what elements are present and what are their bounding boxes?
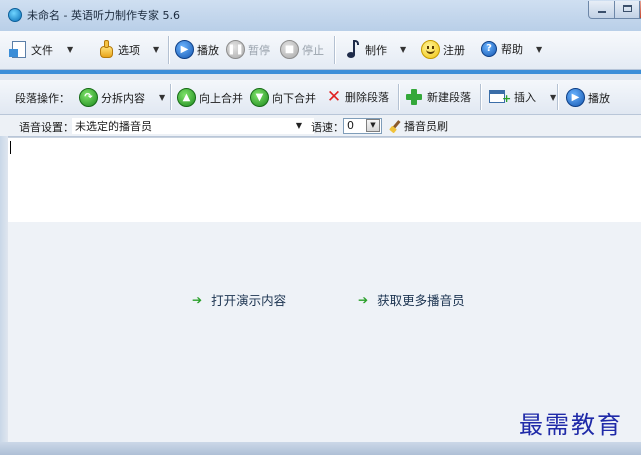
speed-value: 0	[347, 119, 354, 132]
arrow-right-icon: ➔	[358, 292, 369, 307]
window-title: 未命名 - 英语听力制作专家 5.6	[27, 9, 180, 22]
insert-table-icon: +	[489, 88, 511, 106]
arrow-up-icon: ▲	[177, 88, 196, 107]
options-menu-button[interactable]: 选项 ▼	[98, 40, 159, 59]
file-menu-label: 文件	[31, 43, 53, 57]
get-more-speakers-label: 获取更多播音员	[377, 293, 465, 308]
get-more-speakers-link[interactable]: ➔ 获取更多播音员	[358, 290, 465, 309]
chevron-down-icon: ▼	[400, 45, 407, 54]
text-caret	[10, 141, 11, 154]
play-icon: ▶	[566, 88, 585, 107]
window-left-border	[0, 136, 8, 442]
pause-label: 暂停	[248, 43, 270, 57]
maximize-button[interactable]	[614, 1, 640, 19]
delete-x-icon: ✕	[326, 87, 342, 107]
paragraph-ops-label: 段落操作：	[15, 92, 70, 105]
delete-paragraph-label: 删除段落	[345, 91, 389, 104]
redo-arrow-icon: ↷	[79, 88, 98, 107]
arrow-right-icon: ➔	[192, 292, 203, 307]
watermark: 最需教育	[519, 411, 623, 439]
new-paragraph-label: 新建段落	[427, 91, 471, 104]
help-menu-button[interactable]: ? 帮助 ▼	[481, 41, 542, 57]
window-bottom-border	[0, 442, 641, 455]
pause-button[interactable]: ❚❚ 暂停	[226, 40, 270, 59]
speed-dropdown-button[interactable]: ▼	[366, 119, 380, 132]
split-content-label: 分拆内容	[101, 91, 145, 105]
toolbar-separator	[168, 36, 170, 64]
pause-icon: ❚❚	[226, 40, 245, 59]
brush-icon	[389, 120, 402, 134]
app-icon	[8, 8, 22, 22]
chevron-down-icon: ▼	[153, 45, 160, 54]
toolbar-separator	[334, 36, 336, 64]
toolbar-separator	[398, 84, 400, 110]
speaker-refresh-button[interactable]: 播音员刷	[389, 118, 448, 134]
paragraph-play-button[interactable]: ▶ 播放	[566, 88, 610, 107]
toolbar-separator	[170, 84, 172, 110]
minimize-icon	[598, 11, 606, 13]
speaker-select-value: 未选定的播音员	[75, 120, 152, 133]
arrow-down-icon: ▼	[250, 88, 269, 107]
chevron-down-icon[interactable]: ▼	[293, 119, 305, 133]
paragraph-play-label: 播放	[588, 91, 610, 105]
open-demo-link[interactable]: ➔ 打开演示内容	[192, 290, 286, 309]
maximize-icon	[623, 5, 632, 12]
document-icon	[9, 41, 26, 58]
chevron-down-icon: ▼	[536, 44, 543, 54]
text-editor[interactable]	[8, 137, 641, 223]
merge-down-label: 向下合并	[272, 91, 316, 105]
play-label: 播放	[197, 43, 219, 57]
toolbar-separator	[557, 84, 559, 110]
smiley-icon	[421, 40, 440, 59]
new-paragraph-button[interactable]: 新建段落	[405, 88, 471, 106]
help-icon: ?	[481, 41, 497, 57]
hand-icon	[98, 40, 115, 59]
stop-label: 停止	[302, 43, 324, 57]
play-icon: ▶	[175, 40, 194, 59]
insert-menu-label: 插入	[514, 91, 536, 104]
delete-paragraph-button[interactable]: ✕ 删除段落	[326, 87, 389, 107]
speed-label: 语速：	[311, 121, 344, 134]
stop-icon: ■	[280, 40, 299, 59]
options-menu-label: 选项	[118, 43, 140, 57]
register-label: 注册	[443, 43, 465, 57]
stop-button[interactable]: ■ 停止	[280, 40, 324, 59]
chevron-down-icon: ▼	[159, 93, 166, 102]
chevron-down-icon: ▼	[550, 92, 557, 102]
chevron-down-icon: ▼	[67, 45, 74, 54]
help-menu-label: 帮助	[501, 43, 523, 56]
merge-down-button[interactable]: ▼ 向下合并	[250, 88, 316, 107]
merge-up-label: 向上合并	[199, 91, 243, 105]
make-menu-label: 制作	[365, 43, 387, 57]
plus-icon	[405, 88, 423, 106]
voice-settings-label: 语音设置：	[19, 121, 74, 134]
minimize-button[interactable]	[588, 1, 615, 19]
make-menu-button[interactable]: 制作 ▼	[346, 40, 406, 59]
play-button[interactable]: ▶ 播放	[175, 40, 219, 59]
open-demo-label: 打开演示内容	[211, 293, 287, 308]
insert-menu-button[interactable]: + 插入 ▼	[489, 88, 556, 106]
speaker-refresh-label: 播音员刷	[404, 120, 448, 133]
music-note-icon	[346, 40, 360, 59]
register-button[interactable]: 注册	[421, 40, 465, 59]
file-menu-button[interactable]: 文件 ▼	[9, 41, 74, 58]
split-content-button[interactable]: ↷ 分拆内容 ▼	[79, 88, 165, 107]
toolbar-separator	[480, 84, 482, 110]
merge-up-button[interactable]: ▲ 向上合并	[177, 88, 243, 107]
